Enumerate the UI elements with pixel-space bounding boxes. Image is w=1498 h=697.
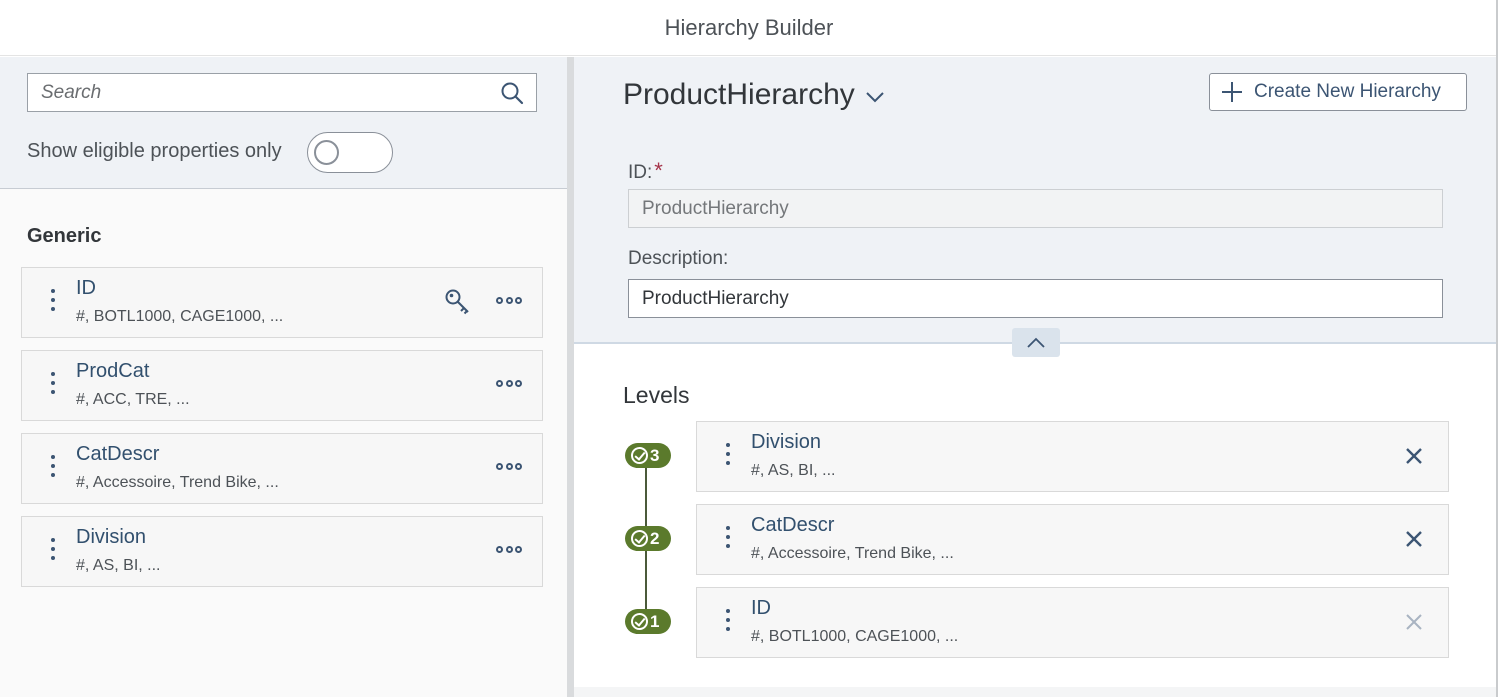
level-number: 2 (650, 528, 660, 548)
id-field-value: ProductHierarchy (642, 197, 789, 219)
search-icon[interactable] (500, 81, 524, 105)
bottom-strip (574, 687, 1496, 697)
description-label: Description: (628, 248, 729, 269)
title-bar: Hierarchy Builder (0, 0, 1498, 56)
drag-handle-icon[interactable] (725, 526, 731, 552)
close-icon[interactable] (1404, 529, 1424, 549)
collapse-header-button[interactable] (1012, 328, 1060, 357)
property-name: ProdCat (76, 360, 150, 382)
hierarchy-builder-app: Hierarchy Builder Show eligible properti… (0, 0, 1498, 697)
plus-icon (1222, 82, 1242, 102)
drag-handle-icon[interactable] (725, 443, 731, 469)
description-field-value: ProductHierarchy (642, 287, 789, 309)
drag-handle-icon[interactable] (725, 609, 731, 635)
drag-handle-icon[interactable] (50, 289, 56, 315)
more-icon[interactable] (496, 297, 522, 305)
property-name: ID (76, 277, 96, 299)
level-badge-2: 2 (625, 526, 671, 551)
level-values: #, BOTL1000, CAGE1000, ... (751, 628, 959, 645)
level-name: Division (751, 431, 822, 453)
close-icon[interactable] (1404, 446, 1424, 466)
panel-splitter[interactable] (567, 57, 574, 697)
hierarchy-title[interactable]: ProductHierarchy (623, 78, 855, 112)
description-field[interactable]: ProductHierarchy (628, 279, 1443, 318)
more-icon[interactable] (496, 463, 522, 471)
more-icon[interactable] (496, 380, 522, 388)
property-values: #, BOTL1000, CAGE1000, ... (76, 308, 284, 325)
app-title: Hierarchy Builder (664, 14, 834, 40)
property-values: #, ACC, TRE, ... (76, 391, 190, 408)
close-icon (1406, 614, 1422, 630)
level-name: ID (751, 597, 771, 619)
level-name: CatDescr (751, 514, 835, 536)
level-values: #, Accessoire, Trend Bike, ... (751, 545, 954, 562)
id-label: ID:* (628, 158, 663, 184)
eligible-properties-switch[interactable] (307, 132, 393, 173)
level-number: 1 (650, 611, 660, 631)
switch-knob (314, 140, 339, 165)
drag-handle-icon[interactable] (50, 455, 56, 481)
property-card-division[interactable]: Division #, AS, BI, ... (21, 516, 543, 587)
property-name: Division (76, 526, 147, 548)
property-values: #, Accessoire, Trend Bike, ... (76, 474, 279, 491)
level-card-id[interactable]: ID #, BOTL1000, CAGE1000, ... (696, 587, 1449, 658)
chevron-down-icon[interactable] (864, 89, 886, 105)
create-button-label: Create New Hierarchy (1254, 81, 1441, 102)
eligible-toggle-label: Show eligible properties only (27, 140, 282, 162)
property-card-catdescr[interactable]: CatDescr #, Accessoire, Trend Bike, ... (21, 433, 543, 504)
search-input[interactable] (28, 74, 488, 111)
property-name: CatDescr (76, 443, 160, 465)
required-marker: * (654, 158, 663, 183)
properties-filter-area: Show eligible properties only (0, 57, 567, 189)
id-field: ProductHierarchy (628, 189, 1443, 228)
level-badge-1: 1 (625, 609, 671, 634)
chevron-up-icon (1027, 337, 1045, 348)
level-number: 3 (650, 445, 660, 465)
level-card-division[interactable]: Division #, AS, BI, ... (696, 421, 1449, 492)
search-field[interactable] (27, 73, 537, 112)
check-icon (631, 530, 648, 547)
key-icon (445, 289, 469, 315)
drag-handle-icon[interactable] (50, 372, 56, 398)
check-icon (631, 613, 648, 630)
group-title: Generic (27, 225, 102, 247)
property-values: #, AS, BI, ... (76, 557, 161, 574)
level-card-catdescr[interactable]: CatDescr #, Accessoire, Trend Bike, ... (696, 504, 1449, 575)
more-icon[interactable] (496, 546, 522, 554)
id-label-text: ID: (628, 162, 653, 183)
levels-title: Levels (623, 382, 690, 408)
drag-handle-icon[interactable] (50, 538, 56, 564)
properties-panel: Show eligible properties only Generic ID… (0, 57, 567, 697)
level-badge-3: 3 (625, 443, 671, 468)
check-icon (631, 447, 648, 464)
hierarchy-header: ProductHierarchy Create New Hierarchy ID… (574, 57, 1496, 344)
create-new-hierarchy-button[interactable]: Create New Hierarchy (1209, 73, 1467, 111)
level-values: #, AS, BI, ... (751, 462, 836, 479)
property-card-prodcat[interactable]: ProdCat #, ACC, TRE, ... (21, 350, 543, 421)
property-card-id[interactable]: ID #, BOTL1000, CAGE1000, ... (21, 267, 543, 338)
hierarchy-panel: ProductHierarchy Create New Hierarchy ID… (574, 57, 1496, 697)
